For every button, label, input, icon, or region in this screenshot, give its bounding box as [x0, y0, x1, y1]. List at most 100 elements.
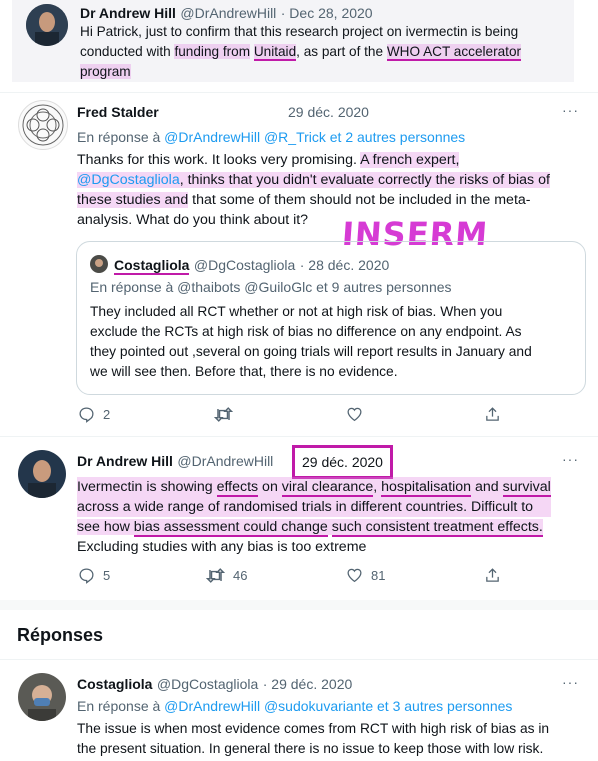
tweet-date[interactable]: · 29 déc. 2020 [263, 676, 353, 692]
avatar-photo-icon [90, 255, 108, 273]
author-handle[interactable]: @DrAndrewHill [180, 5, 276, 21]
highlight: these studies and [77, 192, 189, 208]
text-line: Hi Patrick, just to confirm that this re… [80, 24, 519, 39]
highlight: such consistent treatment effects. [331, 519, 543, 537]
reply-others-link[interactable]: et 2 autres personnes [326, 129, 465, 145]
text-line: The issue is when most evidence comes fr… [77, 721, 550, 736]
reply-others-link[interactable]: et 3 autres personnes [373, 698, 512, 714]
reply-prefix: En réponse à [77, 129, 165, 145]
retweet-button[interactable] [214, 406, 241, 423]
tweet-text: The issue is when most evidence comes fr… [77, 719, 549, 759]
tweet-date[interactable]: · 28 déc. 2020 [300, 257, 390, 273]
quote-text: They included all RCT whether or not at … [90, 302, 532, 382]
tweet-header: Dr Andrew Hill @DrAndrewHill [77, 453, 273, 471]
like-button[interactable] [346, 406, 371, 422]
tweet-date[interactable]: · Dec 28, 2020 [281, 5, 373, 21]
text-line: exclude the RCTs at high risk of bias no… [90, 324, 522, 339]
more-options-button[interactable]: ··· [562, 451, 579, 467]
section-title: Réponses [17, 625, 104, 645]
retweet-icon [214, 407, 233, 422]
avatar[interactable] [18, 100, 68, 150]
text-line: we will see then. Before that, there is … [90, 364, 398, 379]
retweet-count: 46 [233, 568, 248, 583]
highlight: viral clearance [281, 479, 374, 497]
highlight: bias assessment could change [133, 519, 328, 537]
retweet-icon [206, 568, 225, 583]
author-name[interactable]: Dr Andrew Hill [80, 5, 176, 21]
text-line: and [471, 479, 503, 495]
reply-count: 2 [103, 407, 111, 422]
avatar[interactable] [18, 450, 66, 498]
avatar[interactable] [90, 255, 108, 273]
more-options-button[interactable]: ··· [562, 102, 579, 118]
tweet-text: Thanks for this work. It looks very prom… [77, 150, 587, 230]
reply-prefix: En réponse à [77, 698, 165, 714]
reply-button[interactable]: 2 [78, 406, 110, 423]
author-handle[interactable]: @DrAndrewHill [177, 453, 273, 469]
mention-link[interactable]: @DgCostagliola [77, 172, 180, 188]
text-line: see how [77, 519, 134, 535]
reply-button[interactable]: 5 [78, 567, 110, 584]
tweet-header: Fred Stalder [77, 104, 159, 122]
avatar-photo-icon [26, 4, 68, 46]
avatar[interactable] [18, 673, 66, 721]
reply-context: En réponse à @thaibots @GuiloGlc et 9 au… [90, 279, 452, 295]
text-line: across a wide range of randomised trials… [77, 499, 534, 515]
author-name[interactable]: Costagliola [77, 676, 152, 692]
tweet-date[interactable]: 29 déc. 2020 [288, 104, 369, 120]
tweet-text: Ivermectin is showing effects on viral c… [77, 477, 551, 557]
reply-context: En réponse à @DrAndrewHill @sudokuvarian… [77, 698, 512, 714]
highlight: program [80, 64, 131, 79]
retweet-button[interactable]: 46 [206, 567, 247, 584]
tweet-header: Costagliola @DgCostagliola · 29 déc. 202… [77, 676, 352, 694]
text-line: , as part of the [296, 44, 387, 59]
text-line: , [373, 479, 382, 495]
more-options-button[interactable]: ··· [562, 674, 579, 690]
share-button[interactable] [484, 406, 501, 423]
text-line: They included all RCT whether or not at … [90, 304, 503, 319]
highlight: survival [502, 479, 551, 497]
highlight: funding from [174, 44, 251, 59]
section-separator [0, 600, 598, 610]
avatar-photo-icon [18, 673, 66, 721]
divider [0, 92, 598, 93]
highlight: WHO ACT accelerator [386, 44, 522, 61]
highlight: A french expert, [360, 152, 460, 168]
share-icon [486, 568, 499, 582]
divider [0, 436, 598, 437]
reply-users-link[interactable]: @DrAndrewHill @sudokuvariante [164, 698, 373, 714]
text-line: conducted with [80, 44, 175, 59]
text-line: the present situation. In general there … [77, 741, 544, 756]
reply-icon [79, 568, 94, 584]
quote-header: Costagliola @DgCostagliola · 28 déc. 202… [114, 257, 389, 275]
top-tweet-header: Dr Andrew Hill @DrAndrewHill · Dec 28, 2… [80, 5, 373, 23]
text-line: that some of them should not be included… [188, 192, 531, 208]
share-icon [486, 407, 499, 421]
avatar[interactable] [26, 4, 68, 46]
author-name[interactable]: Costagliola [114, 257, 190, 275]
heart-icon [347, 568, 362, 583]
text-line: Excluding studies with any bias is too e… [77, 539, 367, 555]
text-line: Thanks for this work. It looks very prom… [77, 152, 361, 168]
author-name[interactable]: Dr Andrew Hill [77, 453, 173, 469]
author-handle[interactable]: @DgCostagliola [194, 257, 295, 273]
like-button[interactable]: 81 [346, 567, 385, 583]
author-handle[interactable]: @DgCostagliola [157, 676, 258, 692]
tweet-date[interactable]: 29 déc. 2020 [292, 445, 393, 479]
highlight: hospitalisation [381, 479, 472, 497]
text-line: on [258, 479, 282, 495]
share-button[interactable] [484, 567, 501, 584]
reply-icon [79, 407, 94, 423]
heart-icon [347, 407, 362, 422]
highlight: Unitaid [253, 44, 297, 61]
highlight: , thinks that you didn't evaluate correc… [179, 172, 550, 188]
reply-users-link[interactable]: @DrAndrewHill @R_Trick [164, 129, 326, 145]
avatar-photo-icon [18, 450, 66, 498]
text-line: Ivermectin is showing [77, 479, 217, 495]
reply-context: En réponse à @DrAndrewHill @R_Trick et 2… [77, 129, 465, 145]
author-name[interactable]: Fred Stalder [77, 104, 159, 120]
reply-count: 5 [103, 568, 111, 583]
like-count: 81 [371, 567, 386, 583]
divider [0, 659, 598, 660]
highlight: effects [216, 479, 259, 497]
